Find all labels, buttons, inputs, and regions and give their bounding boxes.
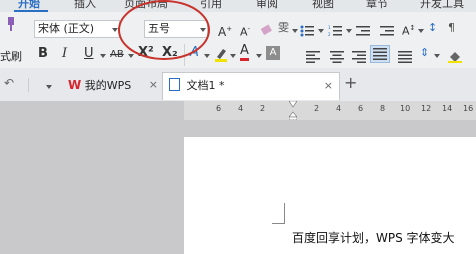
show-marks-icon[interactable]: ¶ [448,20,455,36]
bullet-list-icon[interactable] [300,22,314,37]
ruler-number: 14 [442,104,453,113]
tab-my-wps[interactable]: W 我的WPS × [62,72,162,100]
quick-access-dropdown-icon[interactable] [46,85,52,89]
ruler-number: 16 [463,104,474,113]
pinyin-dropdown-icon[interactable] [292,29,298,33]
highlight-icon[interactable] [214,46,228,62]
align-left-icon[interactable] [306,48,320,63]
ruler-number: 2 [260,104,266,113]
text-effect-dropdown-icon[interactable] [204,54,210,58]
document-page[interactable]: 百度回享计划，WPS 字体变大 [184,137,476,254]
new-tab-button[interactable]: + [344,75,357,91]
align-right-icon[interactable] [352,48,366,63]
document-icon [169,78,180,91]
ribbon-toolbar: 式刷 宋体 (正文) 五号 A+ A- 雯 B I U AB X² X₂ A A… [0,12,476,69]
horizontal-ruler: 6 4 2 2 4 6 8 10 12 14 16 [184,100,476,121]
text-direction-icon[interactable]: A↕ [402,20,415,40]
font-name-select[interactable]: 宋体 (正文) [34,20,120,38]
text-direction-dropdown-icon[interactable] [418,29,424,33]
tab-document-1-label: 文档1 * [186,79,225,92]
strikethrough-dropdown-icon[interactable] [128,54,134,58]
format-painter-icon[interactable] [2,16,16,32]
distributed-align-icon[interactable] [398,48,412,63]
char-shading-icon[interactable]: A [266,46,280,60]
bullet-dropdown-icon[interactable] [318,29,324,33]
wps-logo-icon: W [68,78,82,92]
svg-text:2: 2 [328,32,331,37]
strikethrough-button[interactable]: AB [110,47,124,63]
menu-bar: 开始 插入 页面布局 引用 审阅 视图 章节 开发工具 [0,0,476,12]
decrease-indent-icon[interactable] [356,22,370,36]
tabbar-divider [28,78,29,92]
underline-button[interactable]: U [84,46,94,62]
ruler-number: 4 [238,104,244,113]
undo-icon[interactable]: ↶ [4,75,14,91]
tab-chapter[interactable]: 章节 [366,0,388,11]
svg-text:1: 1 [328,25,331,30]
ruler-number: 6 [358,104,364,113]
close-icon[interactable]: × [149,72,158,98]
numbered-list-icon[interactable]: 12 [328,22,342,37]
tab-insert[interactable]: 插入 [74,0,96,11]
line-spacing-dropdown-icon[interactable] [434,54,440,58]
annotation-circle [118,0,210,60]
tab-my-wps-label: 我的WPS [84,79,132,92]
highlight-dropdown-icon[interactable] [230,54,236,58]
tab-document-1[interactable]: 文档1 * × [162,72,340,100]
document-text[interactable]: 百度回享计划，WPS 字体变大 [292,229,455,246]
margin-corner-horizontal [272,223,285,224]
font-shrink-icon[interactable]: A- [240,21,250,41]
document-tab-bar: ↶ W 我的WPS × 文档1 * × + [0,68,476,102]
tab-references[interactable]: 引用 [200,0,222,11]
numbered-dropdown-icon[interactable] [346,29,352,33]
tab-view[interactable]: 视图 [312,0,334,11]
shading-fill-icon[interactable] [448,48,462,63]
justify-button[interactable] [370,45,390,63]
increase-indent-icon[interactable] [380,22,394,36]
close-icon[interactable]: × [324,73,333,99]
font-grow-icon[interactable]: A+ [218,21,232,40]
font-name-value: 宋体 (正文) [38,22,95,35]
italic-button[interactable]: I [62,46,67,62]
tab-developer[interactable]: 开发工具 [420,0,464,11]
line-spacing-icon[interactable]: ⇕ [420,45,429,61]
indent-marker-icon[interactable] [288,100,298,121]
bold-button[interactable]: B [38,46,48,62]
pinyin-guide-icon[interactable]: 雯 [278,20,289,36]
format-painter-label[interactable]: 式刷 [0,48,22,64]
clear-format-icon[interactable] [260,22,274,36]
ruler-number: 2 [314,104,320,113]
font-color-button[interactable]: A [240,44,249,61]
tab-review[interactable]: 审阅 [256,0,278,11]
margin-corner-vertical [284,203,285,223]
ruler-number: 6 [216,104,222,113]
ruler-number: 8 [380,104,386,113]
underline-dropdown-icon[interactable] [100,54,106,58]
font-color-dropdown-icon[interactable] [256,54,262,58]
sort-icon[interactable]: ↕ [428,20,437,36]
ruler-number: 10 [400,104,411,113]
ruler-number: 4 [336,104,342,113]
align-center-icon[interactable] [330,48,344,63]
ruler-number: 12 [421,104,432,113]
